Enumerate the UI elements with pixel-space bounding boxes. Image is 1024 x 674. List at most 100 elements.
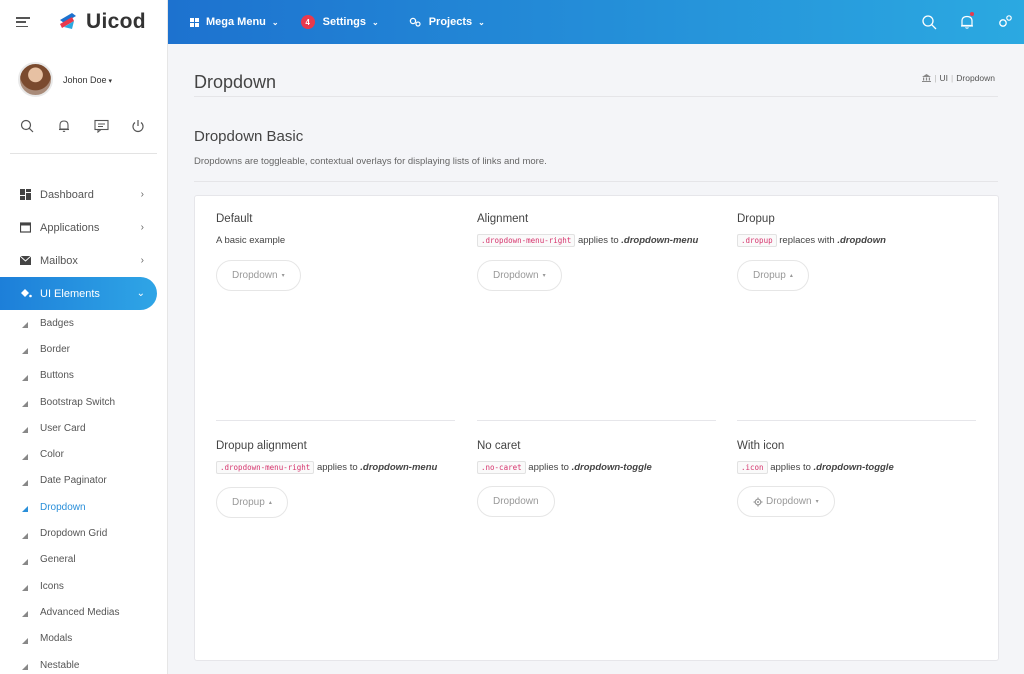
dropdown-button[interactable]: Dropdown ▾ bbox=[477, 260, 562, 291]
chevron-down-icon: ⌄ bbox=[372, 17, 379, 27]
settings-badge: 4 bbox=[300, 15, 315, 29]
bank-icon[interactable] bbox=[922, 74, 932, 82]
caret-down-icon: ▾ bbox=[542, 273, 546, 279]
caret-down-icon: ▾ bbox=[815, 499, 819, 505]
sidebar-subitem-label: General bbox=[40, 554, 76, 566]
sidebar-divider bbox=[10, 153, 157, 154]
code-snippet: .dropdown-menu-right bbox=[216, 461, 315, 474]
chat-icon[interactable] bbox=[94, 119, 131, 137]
sidebar-item-dashboard[interactable]: Dashboard › bbox=[0, 178, 167, 211]
triangle-icon bbox=[22, 637, 28, 644]
topbar: Mega Menu ⌄ 4 Settings ⌄ Projects ⌄ bbox=[168, 0, 1024, 44]
desc-text: replaces with bbox=[779, 235, 835, 246]
mega-menu-button[interactable]: Mega Menu ⌄ bbox=[190, 0, 279, 44]
user-name-label: Johon Doe bbox=[63, 75, 107, 85]
row-divider bbox=[477, 420, 716, 421]
example-title: Dropup bbox=[737, 213, 775, 225]
search-icon[interactable] bbox=[910, 14, 948, 30]
example-dropup: Dropup .dropup replaces with .dropdown D… bbox=[737, 213, 977, 291]
grid-icon bbox=[190, 17, 199, 27]
chevron-right-icon: › bbox=[140, 222, 144, 233]
dropdown-button[interactable]: Dropdown ▾ bbox=[737, 486, 835, 517]
example-title: With icon bbox=[737, 440, 785, 452]
sidebar-item-label: Mailbox bbox=[40, 254, 78, 267]
example-alignment: Alignment .dropdown-menu-right applies t… bbox=[477, 213, 722, 291]
logo-icon bbox=[60, 13, 76, 29]
sidebar-item-label: Applications bbox=[40, 221, 100, 234]
section-title: Dropdown Basic bbox=[194, 128, 304, 145]
sidebar-subitem-dropdown[interactable]: Dropdown bbox=[0, 494, 167, 520]
topbar-actions bbox=[910, 0, 1024, 44]
example-title: Dropup alignment bbox=[216, 440, 307, 452]
search-icon[interactable] bbox=[20, 119, 57, 137]
breadcrumb-separator: | bbox=[951, 73, 954, 83]
notifications-icon[interactable] bbox=[948, 12, 986, 30]
projects-button[interactable]: Projects ⌄ bbox=[409, 0, 485, 44]
example-dropup-alignment: Dropup alignment .dropdown-menu-right ap… bbox=[216, 440, 461, 518]
triangle-icon bbox=[22, 322, 28, 329]
example-title: Alignment bbox=[477, 213, 529, 225]
sidebar-subitem-dropdown-grid[interactable]: Dropdown Grid bbox=[0, 520, 167, 546]
sidebar-subitem-label: Date Paginator bbox=[40, 475, 107, 487]
sidebar-item-label: UI Elements bbox=[40, 287, 100, 300]
triangle-icon bbox=[22, 453, 28, 460]
sidebar-menu: Dashboard › Applications › Mailbox › UI … bbox=[0, 178, 167, 674]
code-snippet: .dropup bbox=[737, 234, 777, 247]
sidebar-subitem-icons[interactable]: Icons bbox=[0, 573, 167, 599]
hamburger-menu-icon[interactable] bbox=[16, 17, 30, 27]
mail-icon bbox=[20, 256, 32, 265]
sidebar-subitem-label: Buttons bbox=[40, 370, 74, 382]
user-name[interactable]: Johon Doe ▾ bbox=[63, 75, 112, 85]
sidebar-subitem-general[interactable]: General bbox=[0, 547, 167, 573]
sidebar-subitem-nestable[interactable]: Nestable bbox=[0, 652, 167, 674]
dropup-button[interactable]: Dropup ▴ bbox=[216, 487, 288, 518]
sidebar-subitem-color[interactable]: Color bbox=[0, 441, 167, 467]
triangle-icon bbox=[22, 479, 28, 486]
settings-button[interactable]: 4 Settings ⌄ bbox=[300, 0, 379, 44]
bell-icon[interactable] bbox=[57, 119, 94, 137]
sidebar-subitem-buttons[interactable]: Buttons bbox=[0, 363, 167, 389]
dropdown-button[interactable]: Dropdown ▾ bbox=[216, 260, 301, 291]
dropdown-button[interactable]: Dropdown bbox=[477, 486, 555, 517]
sidebar-subitem-badges[interactable]: Badges bbox=[0, 310, 167, 336]
sidebar-subitem-advanced-medias[interactable]: Advanced Medias bbox=[0, 599, 167, 625]
dropup-button[interactable]: Dropup ▴ bbox=[737, 260, 809, 291]
applications-icon bbox=[20, 222, 32, 233]
breadcrumb-ui[interactable]: UI bbox=[940, 73, 949, 83]
caret-up-icon: ▴ bbox=[268, 500, 272, 506]
example-with-icon: With icon .icon applies to .dropdown-tog… bbox=[737, 440, 977, 517]
settings-gears-icon[interactable] bbox=[986, 14, 1024, 30]
sidebar-item-ui-elements[interactable]: UI Elements ⌄ bbox=[0, 277, 157, 310]
section-description: Dropdowns are toggleable, contextual ove… bbox=[194, 156, 547, 167]
sidebar-subitem-date-paginator[interactable]: Date Paginator bbox=[0, 468, 167, 494]
gear-icon bbox=[753, 497, 763, 506]
sidebar-subitem-label: Advanced Medias bbox=[40, 606, 120, 618]
triangle-icon bbox=[22, 374, 28, 381]
sidebar-subitem-border[interactable]: Border bbox=[0, 336, 167, 362]
sidebar-subitem-bootstrap-switch[interactable]: Bootstrap Switch bbox=[0, 389, 167, 415]
dropdown-button-label: Dropdown bbox=[493, 270, 539, 281]
triangle-icon bbox=[22, 532, 28, 539]
sidebar-item-applications[interactable]: Applications › bbox=[0, 211, 167, 244]
sidebar-item-mailbox[interactable]: Mailbox › bbox=[0, 244, 167, 277]
sidebar-subitem-user-card[interactable]: User Card bbox=[0, 415, 167, 441]
triangle-icon bbox=[22, 558, 28, 565]
breadcrumb-separator: | bbox=[934, 73, 937, 83]
chevron-right-icon: › bbox=[140, 189, 144, 200]
brand-name: Uicod bbox=[86, 10, 146, 33]
quick-actions bbox=[0, 119, 167, 137]
power-icon[interactable] bbox=[131, 119, 167, 137]
triangle-icon bbox=[22, 506, 28, 513]
sidebar-item-label: Dashboard bbox=[40, 188, 94, 201]
sidebar-subitem-label: Icons bbox=[40, 580, 64, 592]
page-title: Dropdown bbox=[194, 72, 277, 92]
dropup-button-label: Dropup bbox=[232, 497, 265, 508]
mega-menu-label: Mega Menu bbox=[206, 16, 266, 28]
triangle-icon bbox=[22, 427, 28, 434]
sidebar-subitem-label: Badges bbox=[40, 317, 74, 329]
sidebar-subitem-modals[interactable]: Modals bbox=[0, 626, 167, 652]
example-no-caret: No caret .no-caret applies to .dropdown-… bbox=[477, 440, 717, 517]
desc-target: .dropdown-toggle bbox=[571, 462, 652, 473]
sidebar-subitem-label: Dropdown Grid bbox=[40, 528, 108, 540]
notification-dot bbox=[970, 12, 974, 16]
